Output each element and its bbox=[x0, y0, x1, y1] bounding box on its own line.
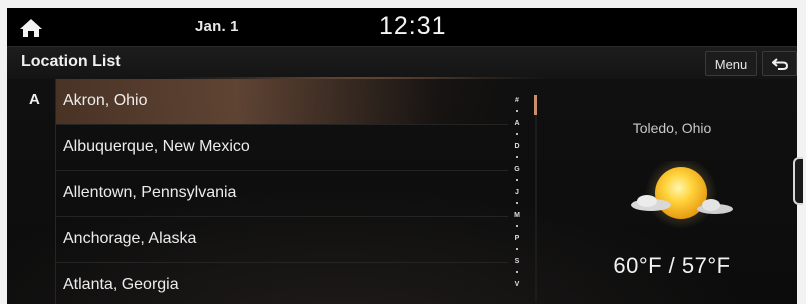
list-item-atlanta[interactable]: Atlanta, Georgia bbox=[56, 263, 508, 304]
index-dot bbox=[516, 248, 518, 250]
scrollbar-track[interactable] bbox=[535, 95, 537, 302]
index-letter[interactable]: M bbox=[510, 212, 524, 219]
alphabet-index-bar[interactable]: # A D G J M P S V bbox=[510, 97, 524, 302]
index-dot bbox=[516, 156, 518, 158]
list-item-allentown[interactable]: Allentown, Pennsylvania bbox=[56, 171, 508, 217]
index-dot bbox=[516, 271, 518, 273]
index-dot bbox=[516, 225, 518, 227]
list-item-label: Anchorage, Alaska bbox=[63, 230, 197, 247]
index-dot bbox=[516, 110, 518, 112]
index-letter[interactable]: G bbox=[510, 166, 524, 173]
index-letter[interactable]: # bbox=[510, 97, 524, 104]
menu-button[interactable]: Menu bbox=[705, 51, 757, 76]
status-time: 12:31 bbox=[379, 12, 447, 40]
list-item-label: Akron, Ohio bbox=[63, 92, 148, 109]
weather-temperature: 60°F / 57°F bbox=[613, 253, 731, 278]
index-dot bbox=[516, 179, 518, 181]
index-letter[interactable]: A bbox=[510, 120, 524, 127]
list-item-label: Albuquerque, New Mexico bbox=[63, 138, 250, 155]
back-arrow-icon bbox=[772, 58, 789, 70]
index-letter[interactable]: P bbox=[510, 235, 524, 242]
status-date: Jan. 1 bbox=[195, 18, 239, 35]
side-panel-handle[interactable] bbox=[793, 157, 803, 205]
section-letter-column: A bbox=[7, 79, 55, 304]
status-bar: Jan. 1 12:31 bbox=[7, 8, 797, 46]
page-title: Location List bbox=[21, 53, 121, 70]
index-letter[interactable]: J bbox=[510, 189, 524, 196]
location-list: Akron, Ohio Albuquerque, New Mexico Alle… bbox=[55, 79, 508, 304]
list-item-label: Allentown, Pennsylvania bbox=[63, 184, 237, 201]
index-letter[interactable]: S bbox=[510, 258, 524, 265]
list-item-akron[interactable]: Akron, Ohio bbox=[56, 79, 508, 125]
index-letter[interactable]: D bbox=[510, 143, 524, 150]
weather-panel: Toledo, Ohio 60°F / 57°F bbox=[547, 79, 797, 304]
index-dot bbox=[516, 133, 518, 135]
weather-city: Toledo, Ohio bbox=[632, 120, 712, 136]
main-area: A Akron, Ohio Albuquerque, New Mexico Al… bbox=[7, 79, 797, 304]
section-letter: A bbox=[29, 91, 40, 108]
index-dot bbox=[516, 202, 518, 204]
list-item-albuquerque[interactable]: Albuquerque, New Mexico bbox=[56, 125, 508, 171]
partly-sunny-icon bbox=[625, 157, 735, 231]
back-button[interactable] bbox=[762, 51, 797, 76]
scrollbar-thumb[interactable] bbox=[534, 95, 537, 115]
screen: Jan. 1 12:31 Location List Menu A Akron,… bbox=[7, 8, 797, 304]
list-item-anchorage[interactable]: Anchorage, Alaska bbox=[56, 217, 508, 263]
list-item-label: Atlanta, Georgia bbox=[63, 276, 179, 293]
index-letter[interactable]: V bbox=[510, 281, 524, 288]
home-icon[interactable] bbox=[18, 17, 44, 39]
header-bar: Location List Menu bbox=[7, 46, 797, 79]
